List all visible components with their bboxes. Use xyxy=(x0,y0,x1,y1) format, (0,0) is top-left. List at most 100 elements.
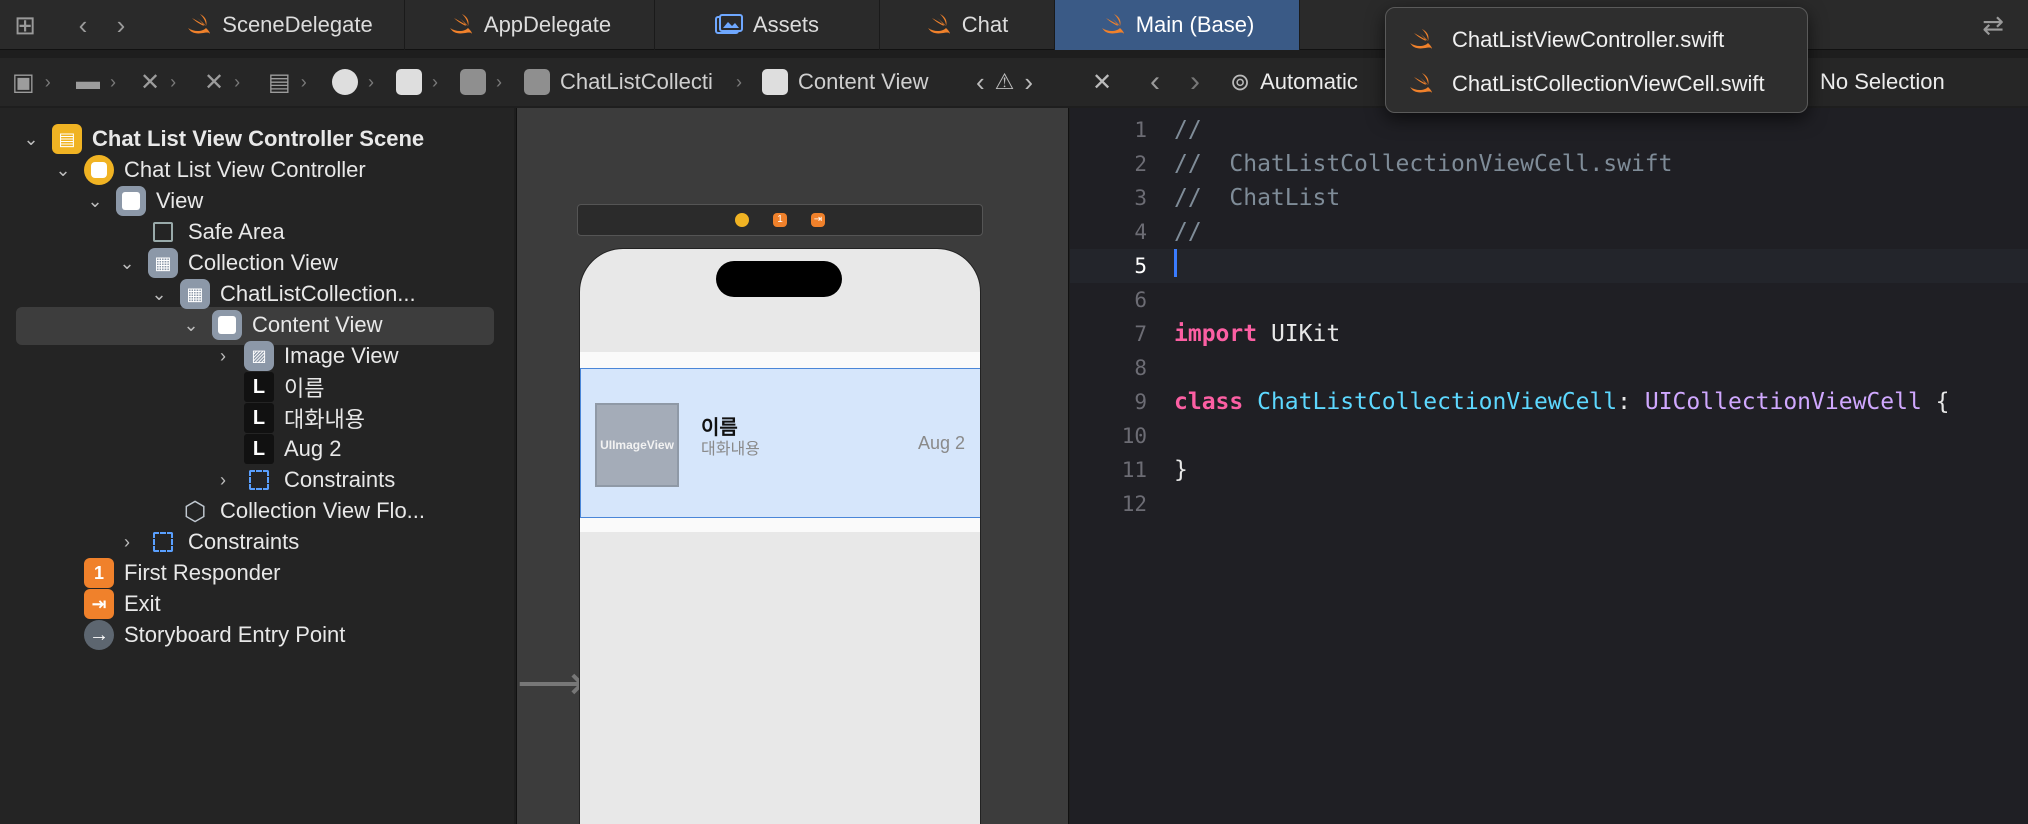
entry-point-icon: → xyxy=(84,620,114,650)
jump-bar: ▣ › ▬ › ✕ › ✕ › ▤ › › › › ChatListCollecti › C… xyxy=(0,58,1070,106)
close-editor-button[interactable]: ✕ xyxy=(1092,66,1112,98)
jump-bar-content-view[interactable]: Content View xyxy=(762,66,928,98)
issue-back-button[interactable]: ‹ ⚠ › xyxy=(976,66,1033,98)
collection-cell-icon: ▦ xyxy=(180,279,210,309)
storyboard-canvas[interactable]: 1 ⇥ ⟶ UIImageView 이름 대화내용 Aug 2 xyxy=(516,108,1069,824)
line-number: 5 xyxy=(1134,254,1147,278)
folder-icon: ▬ xyxy=(76,68,100,95)
jump-bar-group-2[interactable]: ✕ › xyxy=(204,66,240,98)
view-controller-icon xyxy=(84,155,114,185)
swift-icon xyxy=(1410,29,1432,49)
chevron-right-icon: › xyxy=(170,71,177,92)
outline-label: 이름 xyxy=(284,376,325,401)
chevron-right-icon: › xyxy=(300,71,307,92)
chevron-right-icon[interactable]: › xyxy=(214,470,232,491)
tab-label: SceneDelegate xyxy=(222,12,373,37)
menu-item-chatlistviewcontroller[interactable]: ChatListViewController.swift xyxy=(1408,20,1724,60)
constraints-icon xyxy=(249,470,269,490)
collection-cell-icon xyxy=(524,69,550,95)
outline-label: Storyboard Entry Point xyxy=(124,622,346,647)
exit-dock-icon[interactable]: ⇥ xyxy=(811,213,825,227)
tab-main-base[interactable]: Main (Base) xyxy=(1055,0,1300,50)
outline-label: Image View xyxy=(284,343,399,368)
line-number: 8 xyxy=(1134,356,1147,380)
jump-bar-collection-cell[interactable]: ChatListCollecti › xyxy=(524,66,742,98)
jump-bar-project[interactable]: ▣ › xyxy=(12,66,51,98)
menu-item-chatlistcollectionviewcell[interactable]: ChatListCollectionViewCell.swift xyxy=(1408,64,1765,104)
line-number: 9 xyxy=(1134,390,1147,414)
safe-area-icon xyxy=(153,222,173,242)
code-text: import UIKit xyxy=(1174,321,1340,347)
text-caret xyxy=(1174,249,1177,277)
chevron-right-icon: › xyxy=(110,71,116,92)
chevron-down-icon[interactable]: ⌄ xyxy=(22,129,40,150)
outline-row-scene[interactable]: ⌄ ▤ Chat List View Controller Scene xyxy=(0,121,424,157)
assistant-back-button[interactable]: ‹ xyxy=(1150,65,1160,98)
collection-view-icon: ▦ xyxy=(148,248,178,278)
label-icon: L xyxy=(244,372,274,402)
chat-list-cell[interactable]: UIImageView 이름 대화내용 Aug 2 xyxy=(580,368,980,518)
tab-scenedelegate[interactable]: SceneDelegate xyxy=(155,0,405,50)
jump-bar-storyboard[interactable]: ▤ › xyxy=(268,66,307,98)
chevron-down-icon[interactable]: ⌄ xyxy=(54,160,72,181)
swap-icon[interactable]: ⇄ xyxy=(1978,10,2008,40)
chevron-down-icon[interactable]: ⌄ xyxy=(150,284,168,305)
grid-icon[interactable]: ⊞ xyxy=(10,10,40,40)
menu-item-label: ChatListViewController.swift xyxy=(1452,27,1725,52)
tab-appdelegate[interactable]: AppDelegate xyxy=(405,0,655,50)
colon-token: : xyxy=(1617,389,1631,415)
outline-label: ChatListCollection... xyxy=(220,281,416,306)
line-number: 4 xyxy=(1134,220,1147,244)
superclass-name: UICollectionViewCell xyxy=(1644,389,1922,415)
forward-icon[interactable]: › xyxy=(106,10,136,40)
outline-label: Chat List View Controller xyxy=(124,157,366,182)
scene-icon: ▤ xyxy=(52,124,82,154)
assistant-forward-button[interactable]: › xyxy=(1190,65,1200,98)
tab-assets[interactable]: Assets xyxy=(655,0,880,50)
content-view-icon xyxy=(212,310,242,340)
view-controller-dock-icon[interactable] xyxy=(735,213,749,227)
jump-bar-collection-view[interactable]: › xyxy=(460,66,502,98)
line-number: 7 xyxy=(1134,322,1147,346)
tab-chat[interactable]: Chat xyxy=(880,0,1055,50)
tab-label: Chat xyxy=(961,12,1009,37)
keyword-class: class xyxy=(1174,389,1244,415)
line-number: 6 xyxy=(1134,288,1147,312)
cell-message-label[interactable]: 대화내용 xyxy=(701,435,760,459)
code-editor[interactable]: 1 // 2 // ChatListCollectionViewCell.swift… xyxy=(1070,108,2028,824)
automatic-mode-selector[interactable]: ⊚ Automatic xyxy=(1230,66,1358,98)
outline-row-entry-point[interactable]: → Storyboard Entry Point xyxy=(0,617,345,653)
exit-icon: ⇥ xyxy=(84,589,114,619)
jump-bar-scene[interactable]: › xyxy=(332,66,374,98)
jump-bar-cell-label: ChatListCollecti xyxy=(560,69,713,94)
back-icon[interactable]: ‹ xyxy=(68,10,98,40)
jump-bar-view[interactable]: › xyxy=(396,66,438,98)
code-line-current: 5 xyxy=(1070,249,2028,283)
close-brace: } xyxy=(1174,457,1188,483)
chevron-down-icon[interactable]: ⌄ xyxy=(182,315,200,336)
outline-label: Collection View xyxy=(188,250,339,275)
scene-icon xyxy=(332,69,358,95)
chevron-down-icon[interactable]: ⌄ xyxy=(118,253,136,274)
tools-icon: ✕ xyxy=(204,68,225,96)
outline-label: First Responder xyxy=(124,560,281,585)
tab-label: Assets xyxy=(752,12,820,37)
chevron-left-icon: ‹ xyxy=(976,66,985,97)
chevron-right-icon[interactable]: › xyxy=(118,532,136,553)
first-responder-dock-icon[interactable]: 1 xyxy=(773,213,787,227)
jump-bar-group[interactable]: ✕ › xyxy=(140,66,176,98)
chevron-down-icon[interactable]: ⌄ xyxy=(86,191,104,212)
label-icon: L xyxy=(244,403,274,433)
cell-date-label[interactable]: Aug 2 xyxy=(918,433,965,454)
asset-catalog-icon xyxy=(714,14,743,34)
code-line: 7 import UIKit xyxy=(1070,317,2028,351)
cell-image-view[interactable]: UIImageView xyxy=(595,403,679,487)
code-line: 1 // xyxy=(1070,113,2028,147)
code-text: // xyxy=(1174,117,1202,143)
close-icon: ✕ xyxy=(1092,68,1113,96)
jump-bar-folder[interactable]: ▬ › xyxy=(76,66,116,98)
code-line: 6 xyxy=(1070,283,2028,317)
chevron-right-icon: › xyxy=(432,71,438,92)
swift-icon xyxy=(1410,73,1432,93)
chevron-right-icon[interactable]: › xyxy=(214,346,232,367)
